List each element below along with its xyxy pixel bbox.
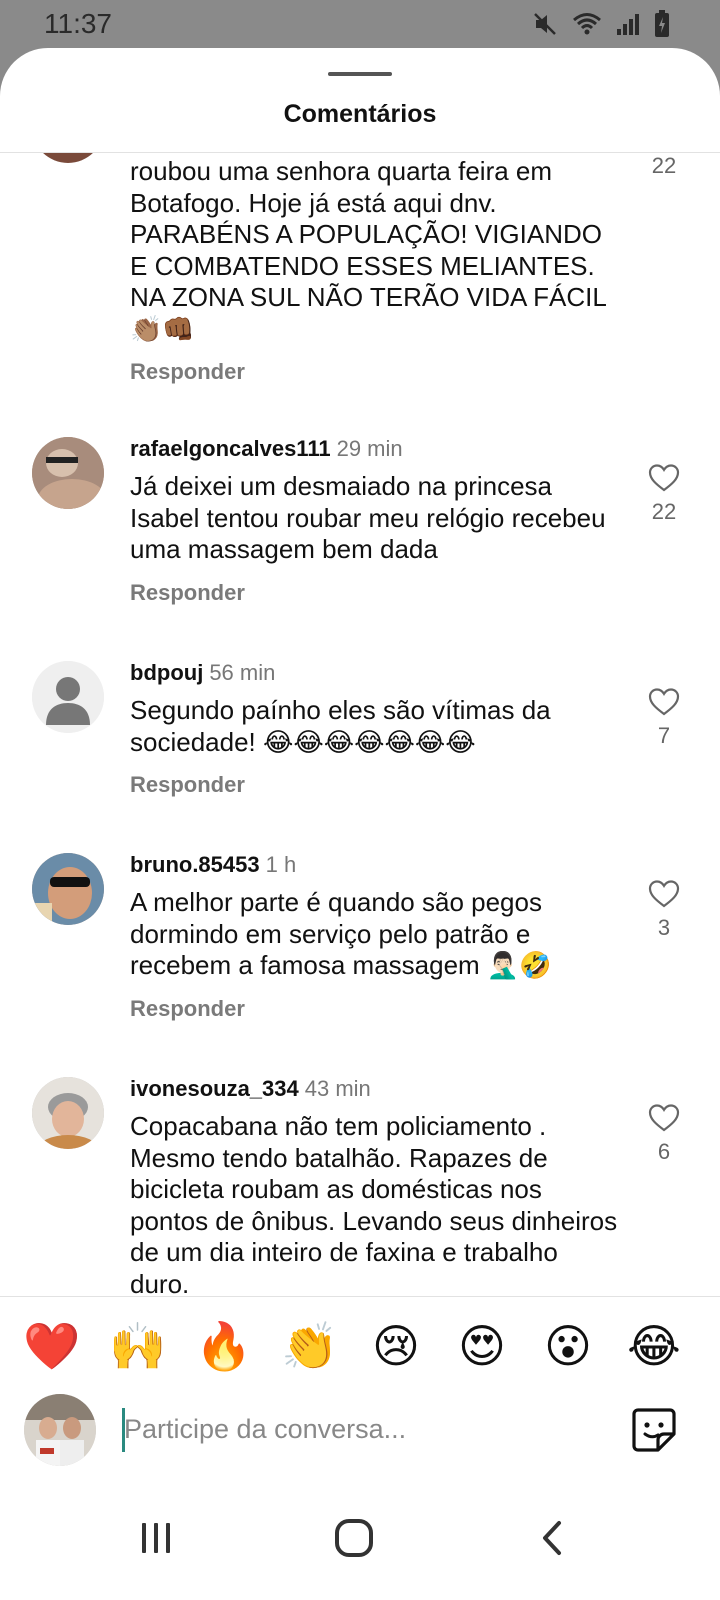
comment-text: Copacabana não tem policiamento . Mesmo … <box>130 1111 618 1299</box>
like-button[interactable]: 6 <box>640 1103 688 1165</box>
back-icon <box>543 1521 561 1555</box>
divider <box>0 1296 720 1297</box>
signal-icon <box>616 11 640 42</box>
like-count: 22 <box>651 153 677 178</box>
user-photo-icon <box>32 437 104 509</box>
like-count: 7 <box>657 723 671 748</box>
reply-button[interactable]: Responder <box>130 996 620 1022</box>
avatar[interactable] <box>32 437 104 509</box>
heart-outline-icon <box>648 1104 680 1132</box>
drag-handle[interactable] <box>328 72 392 76</box>
reaction-surprised[interactable]: 😮 <box>538 1316 598 1376</box>
heart-outline-icon <box>648 880 680 908</box>
comment-input[interactable] <box>124 1404 604 1454</box>
comments-sheet: Comentários roubou uma senhora quarta fe… <box>0 48 720 1600</box>
comment-text: Já deixei um desmaiado na princesa Isabe… <box>130 471 606 564</box>
sheet-title: Comentários <box>283 100 437 128</box>
like-button[interactable]: 22 <box>640 153 688 179</box>
reaction-heart-eyes[interactable]: 😍 <box>452 1316 512 1376</box>
comment-time: 56 min <box>209 660 276 685</box>
status-icons <box>532 10 670 43</box>
like-button[interactable]: 7 <box>640 687 688 749</box>
quick-reactions-bar: ❤️ 🙌 🔥 👏 😢 😍 😮 😂 <box>0 1316 720 1378</box>
comment-text: A melhor parte é quando são pegos dormin… <box>130 887 552 980</box>
mute-icon <box>532 11 558 42</box>
reaction-crying[interactable]: 😢 <box>366 1316 426 1376</box>
comment-time: 29 min <box>336 436 403 461</box>
comment-username[interactable]: ivonesouza_334 <box>130 1076 299 1101</box>
comment-time: 1 h <box>265 852 297 877</box>
avatar[interactable] <box>32 661 104 733</box>
user-photo-icon <box>24 1394 96 1466</box>
like-count: 3 <box>657 915 671 940</box>
user-photo-icon <box>32 853 104 925</box>
reaction-laughing[interactable]: 😂 <box>624 1316 684 1376</box>
home-icon <box>335 1519 373 1557</box>
heart-outline-icon <box>648 464 680 492</box>
avatar[interactable] <box>32 153 104 163</box>
comment-list[interactable]: roubou uma senhora quarta feira em Botaf… <box>0 153 720 1343</box>
user-photo-icon <box>32 1077 104 1149</box>
recents-icon <box>142 1523 170 1553</box>
like-count: 6 <box>657 1139 671 1164</box>
reaction-heart[interactable]: ❤️ <box>22 1316 82 1376</box>
avatar[interactable] <box>32 1077 104 1149</box>
reaction-clap[interactable]: 👏 <box>280 1316 340 1376</box>
sticker-button[interactable] <box>630 1406 678 1454</box>
reaction-raised-hands[interactable]: 🙌 <box>108 1316 168 1376</box>
like-count: 22 <box>651 499 677 524</box>
default-avatar-icon <box>32 661 104 733</box>
reply-button[interactable]: Responder <box>130 359 620 385</box>
wifi-icon <box>572 11 602 42</box>
comment-time: 43 min <box>304 1076 371 1101</box>
comment-username[interactable]: rafaelgoncalves111 <box>130 436 331 461</box>
current-user-avatar <box>24 1394 96 1466</box>
recents-button[interactable] <box>126 1508 186 1568</box>
avatar[interactable] <box>32 853 104 925</box>
sticker-icon <box>632 1408 676 1452</box>
heart-outline-icon <box>648 688 680 716</box>
status-bar: 11:37 <box>0 0 720 50</box>
comment-username[interactable]: bdpouj <box>130 660 203 685</box>
comment-composer <box>0 1394 720 1466</box>
back-button[interactable] <box>522 1508 582 1568</box>
reply-button[interactable]: Responder <box>130 772 620 798</box>
battery-icon <box>654 10 670 43</box>
system-nav-bar <box>0 1488 720 1600</box>
comment-text: Segundo paínho eles são vítimas da socie… <box>130 695 551 757</box>
home-button[interactable] <box>324 1508 384 1568</box>
like-button[interactable]: 22 <box>640 463 688 525</box>
comment-username[interactable]: bruno.85453 <box>130 852 260 877</box>
reaction-fire[interactable]: 🔥 <box>194 1316 254 1376</box>
comment-text: roubou uma senhora quarta feira em Botaf… <box>130 156 606 344</box>
status-time: 11:37 <box>44 8 112 39</box>
like-button[interactable]: 3 <box>640 879 688 941</box>
reply-button[interactable]: Responder <box>130 580 620 606</box>
